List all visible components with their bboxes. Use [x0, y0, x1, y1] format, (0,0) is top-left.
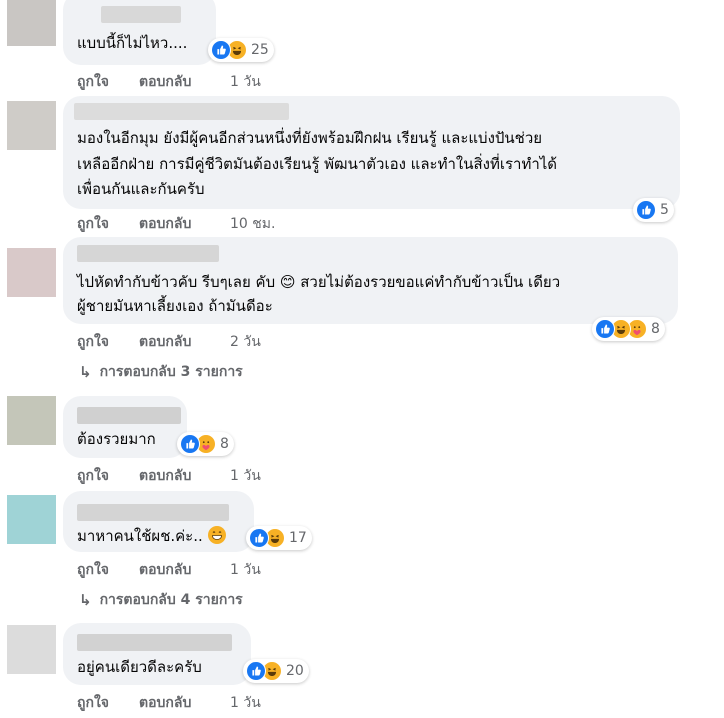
reaction-count: 25	[251, 42, 269, 58]
comment-text: ต้องรวยมาก	[77, 430, 156, 448]
timestamp[interactable]: 2 วัน	[230, 331, 261, 353]
avatar[interactable]	[7, 396, 56, 445]
reply-link[interactable]: ตอบกลับ	[139, 465, 230, 487]
author-name-blurred[interactable]	[74, 103, 289, 120]
comment-text-line: มาหาคนใช้ผช.ค่ะ..	[77, 525, 226, 547]
reply-link[interactable]: ตอบกลับ	[139, 559, 230, 581]
like-icon	[211, 40, 231, 60]
reply-link[interactable]: ตอบกลับ	[139, 213, 230, 235]
comment-actions: ถูกใจ ตอบกลับ 1 วัน	[77, 692, 261, 714]
reactions-summary[interactable]: 8	[177, 432, 234, 456]
replies-count-label: การตอบกลับ 4 รายการ	[99, 592, 243, 608]
reaction-count: 5	[660, 202, 669, 218]
author-name-blurred[interactable]	[77, 504, 229, 521]
view-replies-link[interactable]: ↳ การตอบกลับ 3 รายการ	[79, 361, 243, 383]
reply-link[interactable]: ตอบกลับ	[139, 331, 230, 353]
reply-link[interactable]: ตอบกลับ	[139, 71, 230, 93]
like-icon	[180, 434, 200, 454]
like-link[interactable]: ถูกใจ	[77, 559, 139, 581]
avatar[interactable]	[7, 101, 56, 150]
view-replies-link[interactable]: ↳ การตอบกลับ 4 รายการ	[79, 589, 243, 611]
comment-text-segment: ไปหัดทำกับข้าวคับ รีบๆเลย คับ 😊 สวยไม่ต้…	[77, 273, 561, 291]
like-link[interactable]: ถูกใจ	[77, 331, 139, 353]
like-link[interactable]: ถูกใจ	[77, 692, 139, 714]
comment-bubble: แบบนี้ก็ไม่ไหว....	[63, 0, 216, 65]
author-name-blurred[interactable]	[77, 407, 181, 424]
grin-emoji-icon	[207, 526, 226, 544]
timestamp[interactable]: 1 วัน	[230, 465, 261, 487]
like-icon	[636, 200, 656, 220]
comment-text-line: ไปหัดทำกับข้าวคับ รีบๆเลย คับ 😊 สวยไม่ต้…	[77, 271, 560, 293]
comment-text: อยู่คนเดียวดีละครับ	[77, 658, 202, 676]
reactions-summary[interactable]: 5	[633, 198, 674, 222]
comment-text-line: เหลืออีกฝ่าย การมีคู่ชีวิตมันต้องเรียนรู…	[77, 155, 558, 173]
comment-bubble: มองในอีกมุม ยังมีผู้คนอีกส่วนหนึ่งที่ยัง…	[63, 96, 680, 209]
like-icon	[246, 661, 266, 681]
reaction-count: 8	[220, 436, 229, 452]
reply-link[interactable]: ตอบกลับ	[139, 692, 230, 714]
avatar[interactable]	[7, 495, 56, 544]
reaction-count: 17	[289, 530, 307, 546]
avatar[interactable]	[7, 248, 56, 297]
like-link[interactable]: ถูกใจ	[77, 71, 139, 93]
comment-bubble: ไปหัดทำกับข้าวคับ รีบๆเลย คับ 😊 สวยไม่ต้…	[63, 237, 678, 324]
replies-count-label: การตอบกลับ 3 รายการ	[99, 364, 243, 380]
comment-actions: ถูกใจ ตอบกลับ 2 วัน	[77, 331, 261, 353]
reactions-summary[interactable]: 8	[592, 317, 665, 341]
timestamp[interactable]: 1 วัน	[230, 71, 261, 93]
reactions-summary[interactable]: 17	[246, 526, 312, 550]
avatar[interactable]	[7, 0, 56, 46]
reactions-summary[interactable]: 25	[208, 38, 274, 62]
comment-bubble: อยู่คนเดียวดีละครับ	[63, 623, 251, 685]
comment-actions: ถูกใจ ตอบกลับ 1 วัน	[77, 465, 261, 487]
comment-actions: ถูกใจ ตอบกลับ 1 วัน	[77, 559, 261, 581]
comment-bubble: มาหาคนใช้ผช.ค่ะ..	[63, 491, 254, 552]
timestamp[interactable]: 1 วัน	[230, 559, 261, 581]
comment-text-line: ผู้ชายมันหาเลี้ยงเอง ถ้ามันดีอะ	[77, 297, 273, 315]
like-link[interactable]: ถูกใจ	[77, 465, 139, 487]
avatar[interactable]	[7, 625, 56, 674]
reactions-summary[interactable]: 20	[243, 659, 309, 683]
comment-text: แบบนี้ก็ไม่ไหว....	[77, 34, 188, 52]
like-link[interactable]: ถูกใจ	[77, 213, 139, 235]
author-name-blurred[interactable]	[77, 634, 232, 651]
comment-text-line: เพื่อนกันและกันครับ	[77, 180, 205, 198]
comment-actions: ถูกใจ ตอบกลับ 10 ชม.	[77, 213, 275, 235]
reply-arrow-icon: ↳	[79, 591, 92, 609]
author-name-blurred[interactable]	[101, 6, 181, 23]
comment-text-line: มองในอีกมุม ยังมีผู้คนอีกส่วนหนึ่งที่ยัง…	[77, 129, 543, 147]
reaction-count: 8	[651, 321, 660, 337]
timestamp[interactable]: 10 ชม.	[230, 213, 275, 235]
like-icon	[249, 528, 269, 548]
like-icon	[595, 319, 615, 339]
comment-bubble: ต้องรวยมาก	[63, 396, 187, 458]
timestamp[interactable]: 1 วัน	[230, 692, 261, 714]
comment-text: มาหาคนใช้ผช.ค่ะ..	[77, 527, 203, 545]
reply-arrow-icon: ↳	[79, 363, 92, 381]
comment-actions: ถูกใจ ตอบกลับ 1 วัน	[77, 71, 261, 93]
reaction-count: 20	[286, 663, 304, 679]
author-name-blurred[interactable]	[77, 245, 219, 262]
